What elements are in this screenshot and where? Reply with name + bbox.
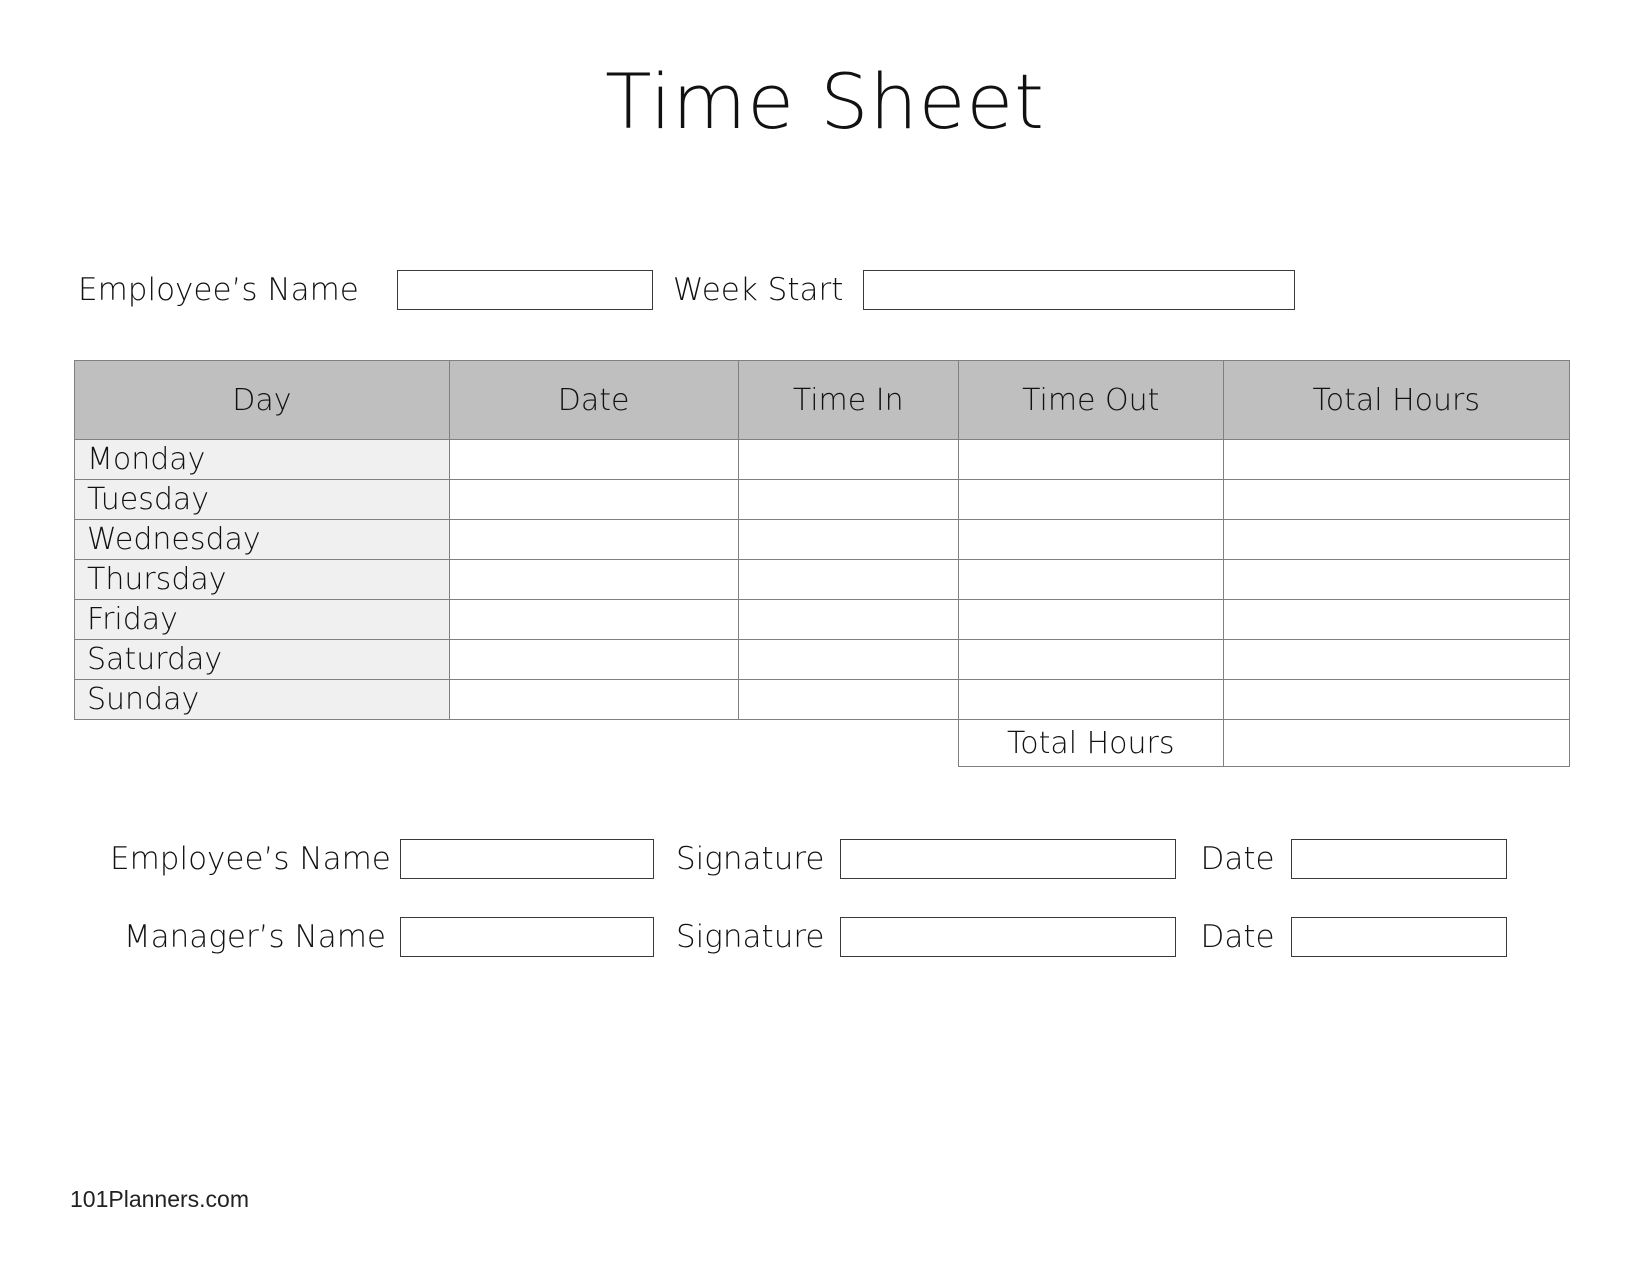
cell-time-in-friday[interactable] (737, 599, 959, 640)
cell-time-in-wednesday[interactable] (737, 519, 959, 560)
timesheet-table-wrapper: Day Date Time In Time Out Total Hours Mo… (0, 360, 1650, 767)
total-hours-label: Total Hours (957, 719, 1224, 767)
timesheet-page: Time Sheet Employee’s Name Week Start Da… (0, 0, 1650, 1275)
cell-total-hours-wednesday[interactable] (1222, 519, 1571, 560)
cell-time-out-sunday[interactable] (957, 679, 1224, 720)
day-label-friday: Friday (74, 599, 450, 640)
top-info-row: Employee’s Name Week Start (0, 270, 1650, 310)
cell-total-hours-thursday[interactable] (1222, 559, 1571, 600)
week-start-label: Week Start (672, 271, 844, 308)
employee-signature-row: Employee’s Name Signature Date (110, 839, 1650, 879)
employee-name-input[interactable] (396, 270, 653, 310)
table-row: Tuesday (74, 479, 1571, 520)
employee-signature-name-label: Employee’s Name (110, 840, 391, 877)
cell-total-hours-sunday[interactable] (1222, 679, 1571, 720)
cell-date-thursday[interactable] (448, 559, 739, 600)
cell-time-in-saturday[interactable] (737, 639, 959, 680)
manager-signature-name-input[interactable] (400, 917, 654, 957)
cell-total-hours-friday[interactable] (1222, 599, 1571, 640)
employee-name-label: Employee’s Name (78, 271, 359, 308)
column-header-time-in: Time In (737, 360, 959, 440)
day-label-thursday: Thursday (74, 559, 450, 600)
day-label-monday: Monday (74, 439, 450, 480)
table-row: Wednesday (74, 519, 1571, 560)
manager-signature-label: Signature (676, 918, 825, 955)
manager-date-label: Date (1200, 918, 1275, 955)
employee-signature-label: Signature (676, 840, 825, 877)
column-header-date: Date (448, 360, 739, 440)
table-header: Day Date Time In Time Out Total Hours (74, 360, 1571, 440)
cell-time-in-tuesday[interactable] (737, 479, 959, 520)
table-row: Thursday (74, 559, 1571, 600)
cell-time-out-friday[interactable] (957, 599, 1224, 640)
spacer-cell (449, 720, 738, 767)
manager-signature-row: Manager’s Name Signature Date (110, 917, 1650, 957)
day-label-tuesday: Tuesday (74, 479, 450, 520)
cell-time-out-thursday[interactable] (957, 559, 1224, 600)
table-total-row: Total Hours (75, 719, 1571, 767)
cell-date-saturday[interactable] (448, 639, 739, 680)
cell-time-in-thursday[interactable] (737, 559, 959, 600)
manager-signature-name-label: Manager’s Name (123, 918, 386, 955)
manager-signature-input[interactable] (840, 917, 1177, 957)
total-hours-value[interactable] (1222, 719, 1571, 767)
cell-time-out-saturday[interactable] (957, 639, 1224, 680)
table-row: Sunday (74, 679, 1571, 720)
cell-total-hours-saturday[interactable] (1222, 639, 1571, 680)
table-body: Monday Tuesday Wednesday Thursday Friday… (74, 439, 1571, 767)
cell-total-hours-tuesday[interactable] (1222, 479, 1571, 520)
table-row: Monday (74, 439, 1571, 480)
spacer-cell (75, 720, 450, 767)
table-row: Saturday (74, 639, 1571, 680)
cell-time-in-monday[interactable] (737, 439, 959, 480)
day-label-saturday: Saturday (74, 639, 450, 680)
site-watermark: 101Planners.com (70, 1186, 249, 1212)
cell-time-out-wednesday[interactable] (957, 519, 1224, 560)
spacer-cell (738, 720, 958, 767)
column-header-total-hours: Total Hours (1222, 360, 1571, 440)
column-header-time-out: Time Out (957, 360, 1224, 440)
cell-date-monday[interactable] (448, 439, 739, 480)
table-header-row: Day Date Time In Time Out Total Hours (74, 360, 1571, 440)
employee-signature-name-input[interactable] (400, 839, 654, 879)
cell-date-sunday[interactable] (448, 679, 739, 720)
week-start-input[interactable] (863, 270, 1296, 310)
cell-time-out-monday[interactable] (957, 439, 1224, 480)
cell-date-wednesday[interactable] (448, 519, 739, 560)
cell-total-hours-monday[interactable] (1222, 439, 1571, 480)
cell-time-in-sunday[interactable] (737, 679, 959, 720)
employee-signature-input[interactable] (840, 839, 1177, 879)
day-label-wednesday: Wednesday (74, 519, 450, 560)
cell-date-friday[interactable] (448, 599, 739, 640)
day-label-sunday: Sunday (74, 679, 450, 720)
employee-date-label: Date (1200, 840, 1275, 877)
employee-date-input[interactable] (1290, 839, 1507, 879)
manager-date-input[interactable] (1290, 917, 1507, 957)
table-row: Friday (74, 599, 1571, 640)
timesheet-table: Day Date Time In Time Out Total Hours Mo… (74, 360, 1571, 767)
column-header-day: Day (74, 360, 450, 440)
page-title: Time Sheet (605, 57, 1045, 146)
cell-date-tuesday[interactable] (448, 479, 739, 520)
cell-time-out-tuesday[interactable] (957, 479, 1224, 520)
signature-section: Employee’s Name Signature Date Manager’s… (0, 839, 1650, 957)
